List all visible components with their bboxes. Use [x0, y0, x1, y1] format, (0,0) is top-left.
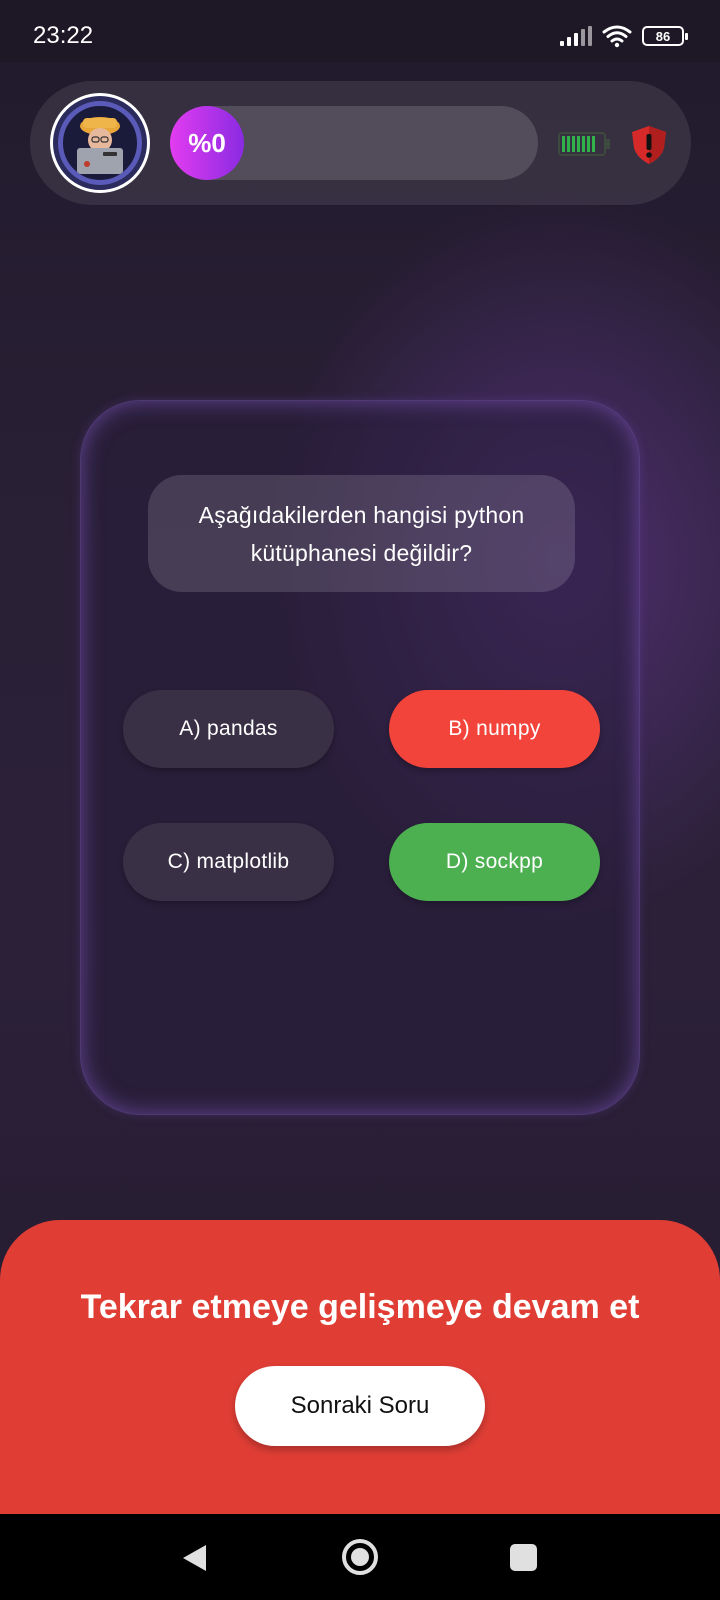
feedback-message: Tekrar etmeye gelişmeye devam et [80, 1288, 640, 1326]
wifi-icon [602, 25, 632, 48]
avatar-memoji-icon [58, 101, 142, 185]
back-icon[interactable] [180, 1543, 208, 1573]
home-icon[interactable] [341, 1538, 379, 1576]
avatar[interactable] [50, 93, 150, 193]
answer-a-button[interactable]: A) pandas [123, 690, 334, 768]
question-text: Aşağıdakilerden hangisi python kütüphane… [198, 501, 525, 566]
quiz-screen: 23:22 86 %0 Aşağıdakilerden hangisi pyth… [0, 0, 720, 1600]
battery-icon: 86 [642, 26, 688, 46]
feedback-sheet: Tekrar etmeye gelişmeye devam et Sonraki… [0, 1220, 720, 1514]
answer-d-button[interactable]: D) sockpp [389, 823, 600, 901]
next-question-button[interactable]: Sonraki Soru [235, 1366, 485, 1446]
battery-full-icon [558, 132, 610, 156]
header-bar: %0 [30, 81, 691, 205]
progress-label: %0 [188, 127, 226, 158]
question-card: Aşağıdakilerden hangisi python kütüphane… [80, 400, 640, 1115]
shield-alert-icon[interactable] [628, 124, 670, 166]
answer-b-button[interactable]: B) numpy [389, 690, 600, 768]
progress-bar: %0 [170, 106, 538, 180]
battery-percent: 86 [655, 28, 671, 44]
status-time: 23:22 [33, 22, 94, 49]
status-icons: 86 [560, 24, 688, 48]
progress-fill: %0 [170, 106, 244, 180]
answer-c-button[interactable]: C) matplotlib [123, 823, 334, 901]
recents-icon[interactable] [510, 1544, 537, 1571]
signal-icon [560, 26, 592, 46]
system-nav-bar [0, 1514, 720, 1600]
status-bar: 23:22 86 [0, 0, 720, 62]
question-box: Aşağıdakilerden hangisi python kütüphane… [148, 475, 575, 592]
